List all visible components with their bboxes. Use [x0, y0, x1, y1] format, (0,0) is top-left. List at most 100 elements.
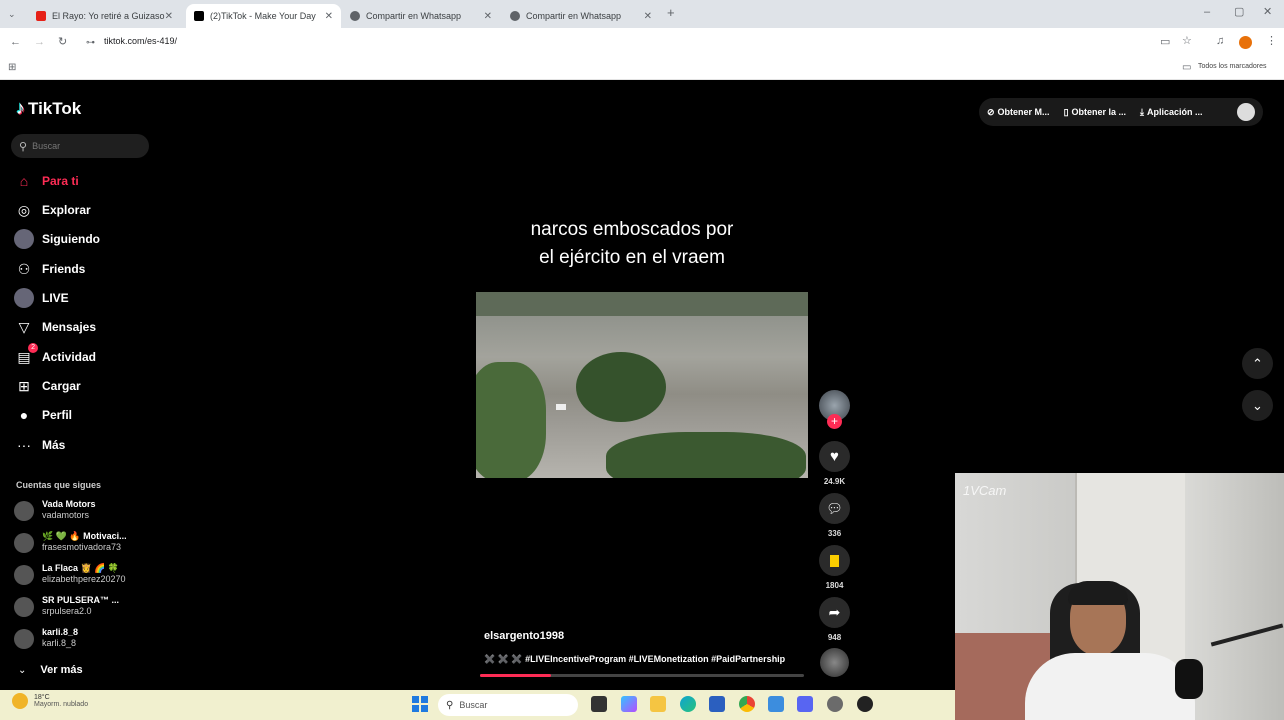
forward-icon[interactable]: →	[34, 35, 45, 49]
bookmark-icon	[830, 554, 839, 567]
previous-video-button[interactable]: ⌃	[1242, 348, 1273, 379]
see-more-button[interactable]: ⌄ Ver más	[18, 664, 83, 676]
webcam-overlay: 1VCam	[955, 473, 1284, 720]
apps-grid-icon[interactable]: ⊞	[8, 61, 16, 75]
trees-center	[576, 352, 666, 422]
music-disc[interactable]	[820, 648, 849, 677]
account-name: SR PULSERA™ ...	[42, 595, 120, 605]
tab-title: El Rayo: Yo retiré a Guizasola	[52, 11, 165, 21]
avatar	[14, 501, 34, 521]
followed-account[interactable]: Vada Motors vadamotors	[14, 499, 96, 521]
tab-close-icon[interactable]: ✕	[165, 11, 173, 22]
followed-account[interactable]: La Flaca 👸 🌈 🍀 elizabethperez20270	[14, 563, 126, 585]
cast-icon[interactable]: ▭	[1160, 35, 1170, 49]
see-more-label: Ver más	[40, 664, 83, 676]
search-placeholder: Buscar	[32, 141, 61, 151]
video-author[interactable]: elsargento1998	[484, 630, 564, 642]
all-bookmarks-label[interactable]: Todos los marcadores	[1198, 63, 1266, 70]
nav-label: Más	[42, 438, 66, 452]
browser-tab[interactable]: El Rayo: Yo retiré a Guizasola ✕	[28, 4, 181, 28]
bookmark-star-icon[interactable]: ☆	[1182, 34, 1192, 48]
video-progress-track[interactable]	[480, 674, 804, 677]
nav-item-siguiendo[interactable]: Siguiendo	[14, 228, 100, 250]
chrome-icon[interactable]	[739, 696, 755, 712]
account-username: karli.8_8	[42, 638, 77, 648]
share-button[interactable]: ➦	[819, 597, 850, 628]
weather-temp: 18°C	[34, 694, 50, 701]
nav-item-perfil[interactable]: ● Perfil	[14, 404, 72, 426]
nav-item-mensajes[interactable]: ▽ Mensajes	[14, 316, 96, 338]
like-button[interactable]: ♥	[819, 441, 850, 472]
maximize-icon[interactable]: ▢	[1234, 5, 1244, 19]
follow-plus-icon[interactable]: +	[827, 414, 842, 429]
new-tab-icon[interactable]: +	[667, 6, 675, 20]
comment-button[interactable]: 💬︎	[819, 493, 850, 524]
user-avatar[interactable]	[1237, 103, 1255, 121]
tiktok-logo-text: TikTok	[28, 98, 82, 118]
youtube-icon	[36, 11, 46, 21]
coin-icon: ⊘	[987, 106, 995, 117]
send-icon: ▽	[18, 318, 30, 335]
address-bar-row: ← → ↻ ⊶ tiktok.com/es-419/ ▭ ☆ ♫ ⋮	[0, 28, 1284, 56]
close-window-icon[interactable]: ✕	[1263, 5, 1272, 19]
edge-icon[interactable]	[680, 696, 696, 712]
next-video-button[interactable]: ⌄	[1242, 390, 1273, 421]
nav-item-cargar[interactable]: ⊞ Cargar	[14, 375, 81, 397]
back-icon[interactable]: ←	[10, 35, 21, 49]
following-avatar-icon	[14, 229, 34, 249]
live-avatar-icon	[14, 288, 34, 308]
tab-search-icon[interactable]: ⌄	[8, 7, 16, 21]
save-button[interactable]	[819, 545, 850, 576]
store-icon[interactable]	[709, 696, 725, 712]
url-field[interactable]: tiktok.com/es-419/	[104, 36, 177, 46]
minimize-icon[interactable]: –	[1204, 5, 1210, 19]
desktop-app-button[interactable]: ⤓ Aplicación ...	[1140, 107, 1203, 118]
taskbar-search[interactable]: ⚲ Buscar	[438, 694, 578, 716]
share-icon: ➦	[828, 604, 841, 620]
task-view-icon[interactable]	[591, 696, 607, 712]
tab-close-icon[interactable]: ✕	[325, 11, 333, 22]
start-button[interactable]	[412, 696, 428, 712]
browser-tab[interactable]: Compartir en Whatsapp ✕	[502, 4, 660, 28]
nav-item-para-ti[interactable]: ⌂ Para ti	[14, 170, 79, 192]
media-icon[interactable]: ♫	[1216, 34, 1224, 48]
reload-icon[interactable]: ↻	[58, 35, 67, 49]
nav-item-live[interactable]: LIVE	[14, 287, 69, 309]
person-shirt	[1025, 653, 1195, 720]
activity-badge: 2	[28, 343, 38, 353]
account-username: vadamotors	[42, 510, 90, 520]
video-progress-fill	[480, 674, 552, 677]
search-icon: ⚲	[446, 699, 454, 711]
browser-tab[interactable]: Compartir en Whatsapp ✕	[342, 4, 500, 28]
nav-item-friends[interactable]: ⚇ Friends	[14, 258, 86, 280]
obs-icon[interactable]	[857, 696, 873, 712]
nav-item-más[interactable]: ··· Más	[14, 434, 65, 456]
discord-icon[interactable]	[797, 696, 813, 712]
menu-dots-icon[interactable]: ⋮	[1266, 34, 1277, 48]
site-info-icon[interactable]: ⊶	[86, 35, 95, 49]
compass-icon: ◎	[17, 201, 31, 218]
settings-icon[interactable]	[827, 696, 843, 712]
copilot-icon[interactable]	[621, 696, 637, 712]
get-app-button[interactable]: ▯ Obtener la ...	[1064, 107, 1126, 118]
nav-item-actividad[interactable]: ▤ 2 Actividad	[14, 343, 96, 368]
followed-account[interactable]: SR PULSERA™ ... srpulsera2.0	[14, 595, 119, 617]
weather-icon	[12, 693, 28, 709]
followed-account[interactable]: 🌿 💚 🔥 Motivaci... frasesmotivadora73	[14, 531, 127, 553]
notepad-icon[interactable]	[768, 696, 784, 712]
account-name: La Flaca 👸 🌈 🍀	[42, 563, 120, 573]
profile-avatar[interactable]	[1239, 36, 1252, 49]
tab-close-icon[interactable]: ✕	[484, 11, 492, 22]
tab-close-icon[interactable]: ✕	[644, 11, 652, 22]
nav-item-explorar[interactable]: ◎ Explorar	[14, 199, 91, 221]
tiktok-logo[interactable]: ♪ TikTok	[16, 98, 81, 119]
weather-widget[interactable]: 18°C Mayorm. nublado	[12, 693, 88, 709]
share-count: 948	[827, 633, 842, 642]
search-input[interactable]: ⚲ Buscar	[11, 134, 149, 158]
video-frame[interactable]	[476, 292, 808, 478]
get-coins-button[interactable]: ⊘ Obtener M...	[987, 107, 1050, 118]
file-explorer-icon[interactable]	[650, 696, 666, 712]
followed-account[interactable]: karli.8_8 karli.8_8	[14, 627, 78, 649]
nav-label: LIVE	[42, 291, 69, 305]
browser-tab[interactable]: (2)TikTok - Make Your Day ✕	[186, 4, 341, 28]
